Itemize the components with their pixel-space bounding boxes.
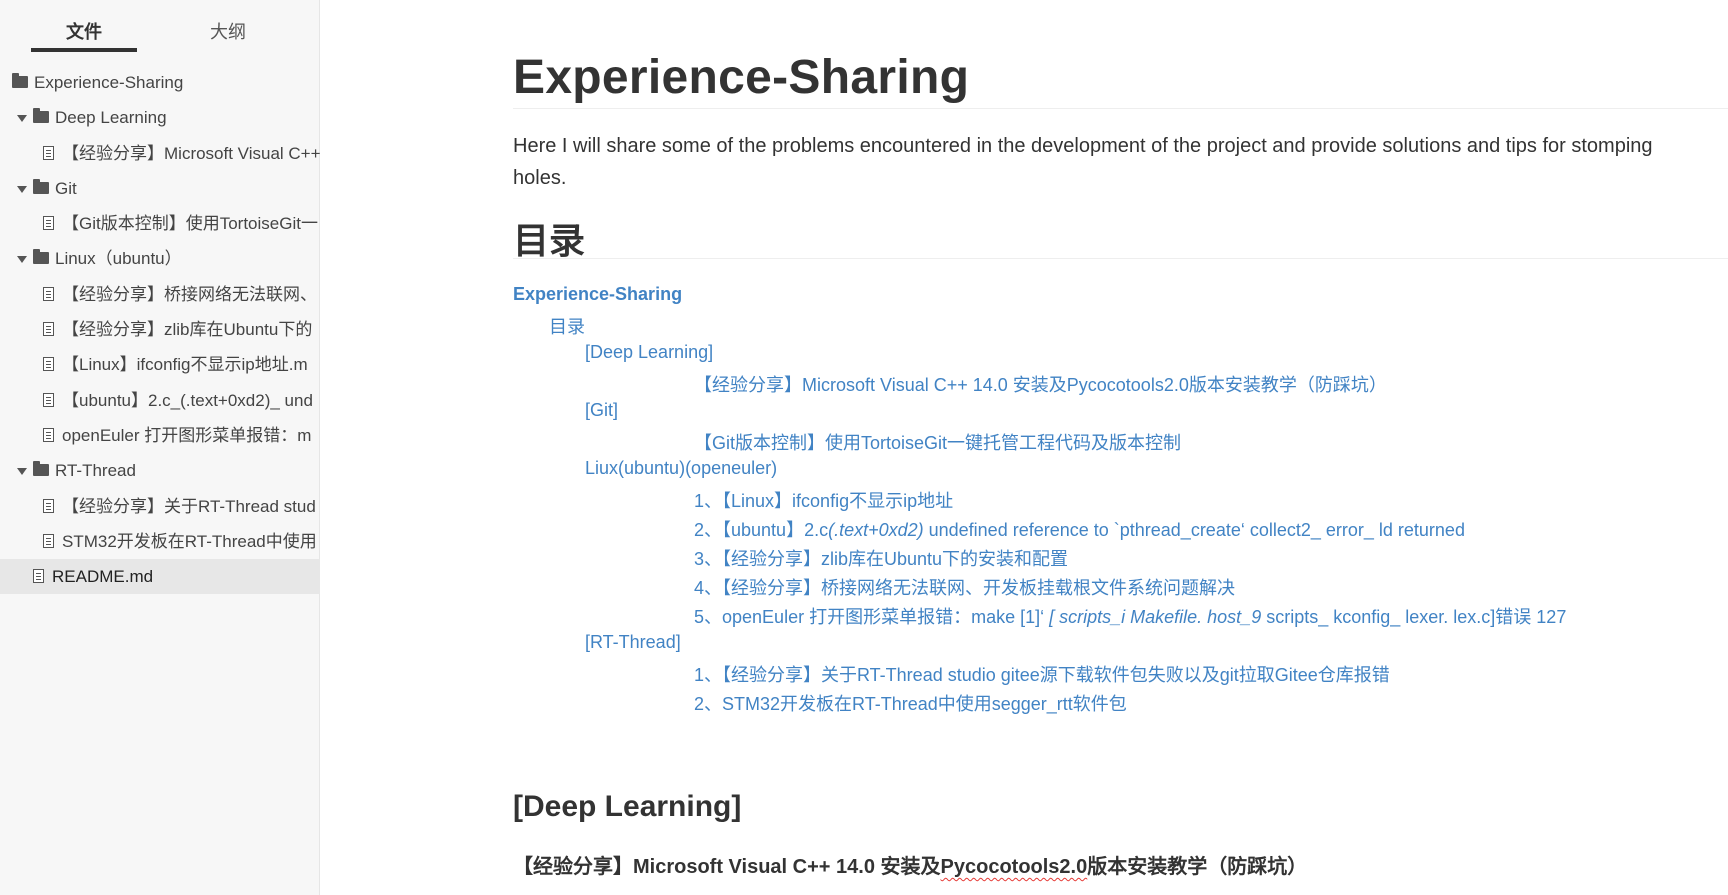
toc-link-segger-rtt[interactable]: 2、STM32开发板在RT-Thread中使用segger_rtt软件包 [694, 690, 1127, 716]
folder-icon [33, 249, 49, 265]
toc-link-rt-thread[interactable]: [RT-Thread] [585, 632, 681, 653]
document-icon [43, 533, 54, 548]
toc-link-pthread[interactable]: 2、【ubuntu】2.c(.text+0xd2) undefined refe… [694, 516, 1465, 542]
document-icon [43, 357, 54, 372]
toc-link-root[interactable]: Experience-Sharing [513, 284, 682, 305]
document-icon [43, 392, 54, 407]
file-sidebar: 文件 大纲 Experience-Sharing Deep Learning 【经验… [0, 0, 320, 895]
tree-item-label: STM32开发板在RT-Thread中使用 [62, 531, 317, 551]
toc-link-zlib[interactable]: 3、【经验分享】zlib库在Ubuntu下的安装和配置 [694, 545, 1068, 571]
tree-file[interactable]: 【ubuntu】2.c_(.text+0xd2)_ und [0, 383, 320, 418]
tree-folder[interactable]: Git [0, 171, 320, 206]
tree-item-label: 【ubuntu】2.c_(.text+0xd2)_ und [62, 390, 313, 410]
document-icon [43, 498, 54, 513]
caret-down-icon[interactable] [17, 468, 27, 476]
tab-files[interactable]: 文件 [31, 18, 137, 44]
tree-item-label: Linux（ubuntu） [55, 249, 182, 269]
title-divider [513, 108, 1728, 109]
toc-link-git[interactable]: [Git] [585, 400, 618, 421]
file-tree: Experience-Sharing Deep Learning 【经验分享】Mic… [0, 65, 320, 595]
tab-outline[interactable]: 大纲 [175, 18, 281, 44]
folder-icon [33, 461, 49, 477]
tree-file[interactable]: README.md [0, 559, 320, 595]
tree-item-label: 【Git版本控制】使用TortoiseGit一 [62, 214, 318, 234]
document-icon [43, 322, 54, 337]
tree-folder[interactable]: RT-Thread [0, 453, 320, 488]
tree-item-label: 【Linux】ifconfig不显示ip地址.m [62, 355, 308, 375]
tree-file[interactable]: 【经验分享】关于RT-Thread stud [0, 489, 320, 524]
tree-item-label: Git [55, 178, 77, 198]
tree-file[interactable]: STM32开发板在RT-Thread中使用 [0, 524, 320, 559]
document-icon [43, 427, 54, 442]
tree-item-label: openEuler 打开图形菜单报错：m [62, 425, 312, 445]
folder-icon [12, 73, 28, 88]
toc-link-msvc[interactable]: 【经验分享】Microsoft Visual C++ 14.0 安装及Pycoc… [694, 371, 1387, 397]
folder-icon [33, 178, 49, 194]
toc-heading-divider [513, 258, 1728, 259]
tree-file[interactable]: 【Linux】ifconfig不显示ip地址.m [0, 347, 320, 382]
toc-heading: 目录 [513, 220, 586, 261]
tree-folder[interactable]: Linux（ubuntu） [0, 241, 320, 276]
tree-file[interactable]: 【Git版本控制】使用TortoiseGit一 [0, 206, 320, 241]
tree-item-label: Deep Learning [55, 108, 167, 128]
document-icon [43, 216, 54, 231]
toc-link-openeuler-part-c: scripts_ kconfig_ lexer. lex.c]错误 127 [1261, 607, 1567, 627]
caret-down-icon[interactable] [17, 256, 27, 264]
tree-item-label: Experience-Sharing [34, 73, 184, 92]
folder-icon [33, 108, 49, 124]
page-title: Experience-Sharing [513, 51, 970, 104]
document-icon [43, 286, 54, 301]
document-icon [33, 569, 44, 584]
tree-folder[interactable]: Deep Learning [0, 100, 320, 135]
toc-link-pthread-part-a: 2、【ubuntu】2.c [694, 520, 829, 540]
subheading-msvc-part-a: 【经验分享】Microsoft Visual C++ 14.0 安装及 [513, 856, 941, 878]
toc-link-openeuler-part-b: [ scripts_i Makefile. host_9 [1044, 607, 1262, 627]
toc-link-openeuler[interactable]: 5、openEuler 打开图形菜单报错：make [1]‘ [ scripts… [694, 603, 1566, 629]
section-heading-deep-learning: [Deep Learning] [513, 790, 742, 823]
subheading-msvc-part-c: 版本安装教学（防踩坑） [1087, 856, 1308, 878]
toc-link-bridge-network[interactable]: 4、【经验分享】桥接网络无法联网、开发板挂载根文件系统问题解决 [694, 574, 1235, 600]
tree-item-label: 【经验分享】关于RT-Thread stud [62, 496, 316, 516]
subheading-msvc: 【经验分享】Microsoft Visual C++ 14.0 安装及Pycoc… [513, 850, 1307, 879]
toc-link-deep-learning[interactable]: [Deep Learning] [585, 342, 713, 363]
tree-item-label: RT-Thread [55, 461, 136, 481]
tree-file[interactable]: openEuler 打开图形菜单报错：m [0, 418, 320, 453]
tree-file[interactable]: 【经验分享】桥接网络无法联网、 [0, 277, 320, 312]
intro-paragraph: Here I will share some of the problems e… [513, 135, 1653, 189]
tree-item-label: README.md [52, 567, 154, 587]
tree-file[interactable]: 【经验分享】Microsoft Visual C++ [0, 136, 320, 171]
active-tab-indicator [31, 48, 137, 52]
tree-folder[interactable]: Experience-Sharing [0, 65, 320, 100]
caret-down-icon[interactable] [17, 185, 27, 193]
toc-link-rt-thread-gitee[interactable]: 1、【经验分享】关于RT-Thread studio gitee源下载软件包失败… [694, 661, 1390, 687]
spellcheck-underlined-word: Pycocotools2.0 [940, 856, 1088, 878]
tree-item-label: 【经验分享】桥接网络无法联网、 [62, 284, 317, 304]
tree-file[interactable]: 【经验分享】zlib库在Ubuntu下的 [0, 312, 320, 347]
caret-down-icon[interactable] [17, 115, 27, 123]
sidebar-tabs: 文件 大纲 [0, 0, 320, 56]
toc-link-ifconfig[interactable]: 1、【Linux】ifconfig不显示ip地址 [694, 487, 953, 513]
tree-item-label: 【经验分享】Microsoft Visual C++ [62, 143, 320, 163]
toc-link-pthread-part-c: undefined reference to `pthread_create‘ … [923, 520, 1465, 540]
toc-link-mulu[interactable]: 目录 [549, 313, 585, 339]
toc-link-tortoisegit[interactable]: 【Git版本控制】使用TortoiseGit一键托管工程代码及版本控制 [694, 429, 1181, 455]
editor-area: Experience-Sharing Here I will share som… [320, 0, 1728, 895]
toc-link-openeuler-part-a: 5、openEuler 打开图形菜单报错：make [1]‘ [694, 607, 1045, 627]
toc-link-linux[interactable]: Liux(ubuntu)(openeuler) [585, 458, 777, 479]
document-icon [43, 145, 54, 160]
tree-item-label: 【经验分享】zlib库在Ubuntu下的 [62, 320, 313, 340]
toc-link-pthread-part-b: (.text+0xd2) [828, 520, 924, 540]
